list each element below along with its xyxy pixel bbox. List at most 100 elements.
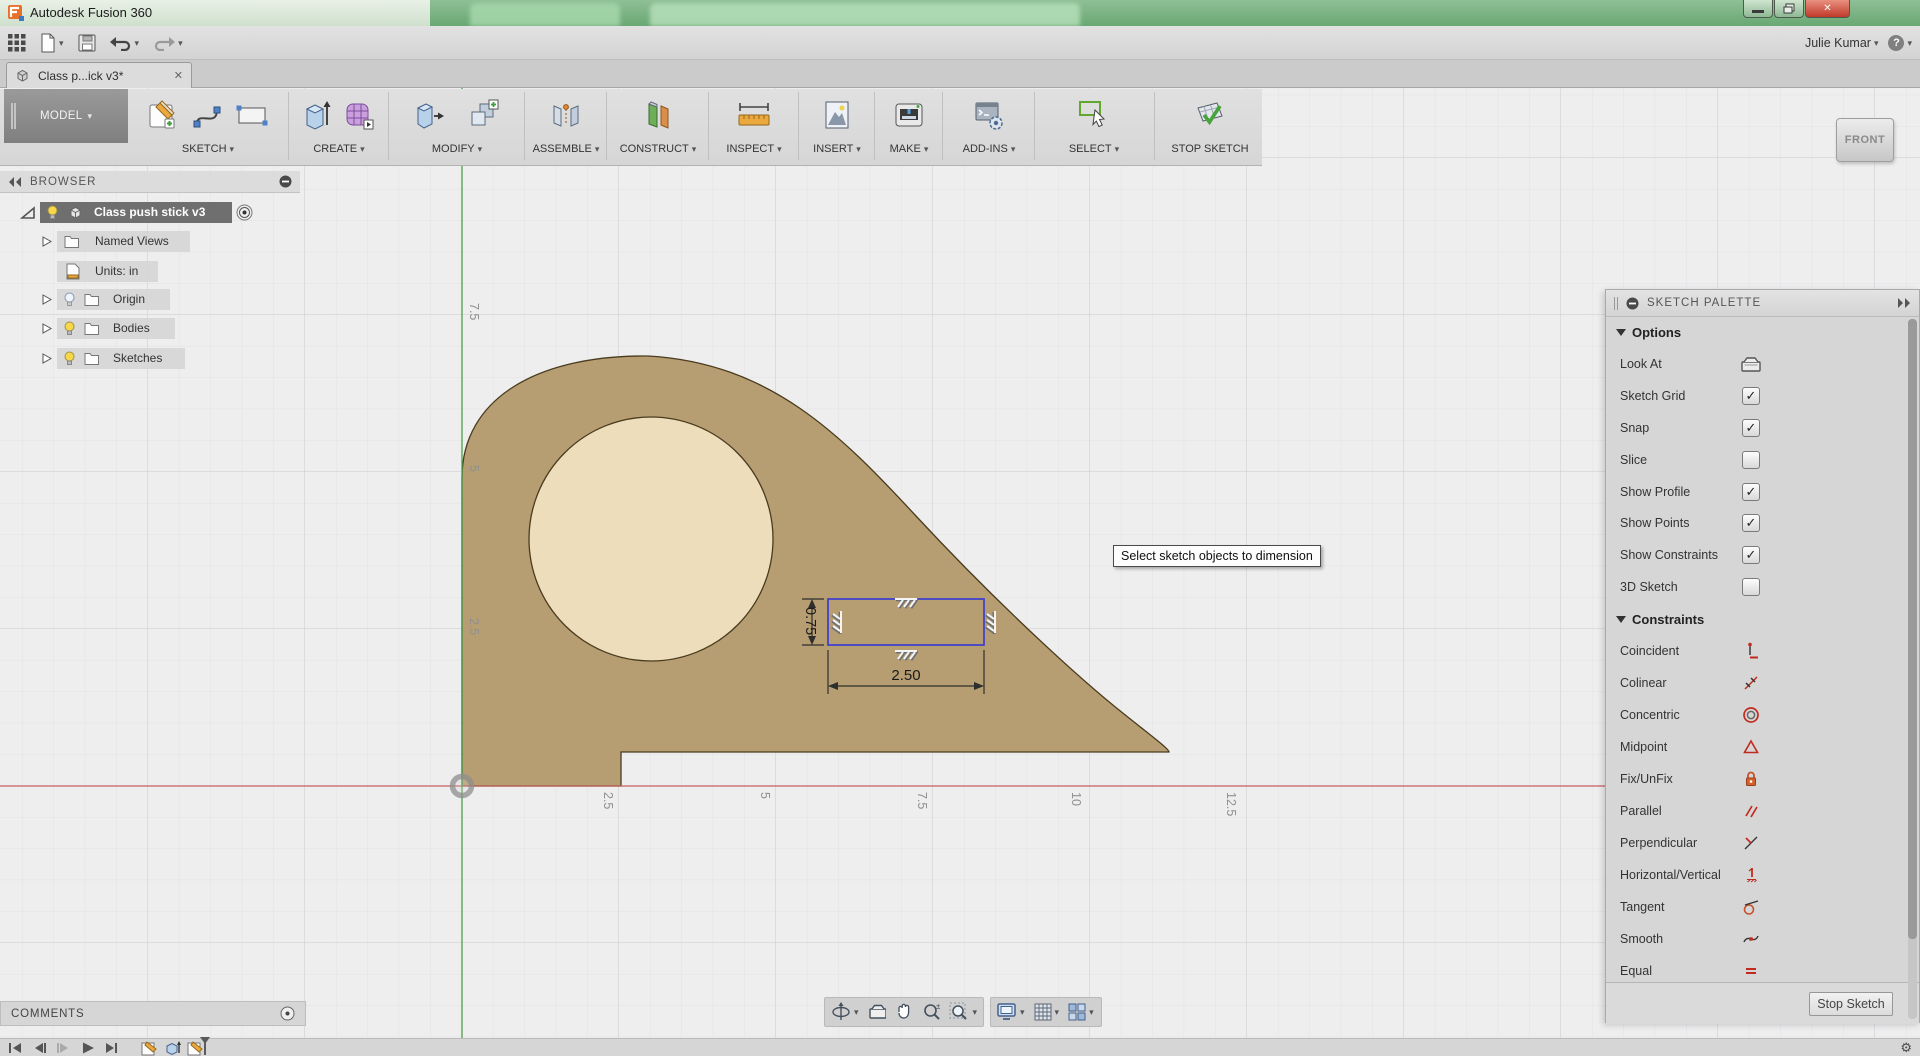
step-back-icon[interactable] [32,1041,47,1055]
menu-make[interactable]: MAKE▾ [890,143,929,155]
pushstick-hole[interactable] [529,417,773,661]
spline-icon[interactable] [190,98,224,132]
look-at-camera-icon[interactable] [1740,356,1762,373]
save-icon[interactable] [78,34,96,52]
constraint-horizontal-vertical[interactable]: Horizontal/Vertical [1606,859,1902,891]
palette-option-3d-sketch[interactable]: 3D Sketch ✓ [1606,571,1902,603]
menu-modify[interactable]: MODIFY▾ [432,143,482,155]
palette-option-slice[interactable]: Slice ✓ [1606,444,1902,476]
tangent-icon[interactable] [1742,898,1760,916]
select-icon[interactable] [1076,97,1112,133]
menu-addins[interactable]: ADD-INS▾ [963,143,1016,155]
menu-sketch[interactable]: SKETCH▾ [182,143,234,155]
palette-option-show-constraints[interactable]: Show Constraints ✓ [1606,539,1902,571]
restore-button[interactable] [1774,0,1804,18]
joint-icon[interactable] [548,98,584,132]
palette-scrollbar[interactable] [1908,319,1917,1019]
browser-row-origin[interactable]: Origin [0,289,300,310]
workspace-switcher[interactable]: MODEL ▾ [4,89,128,143]
undo-button[interactable]: ▾ [110,35,140,51]
colinear-icon[interactable] [1742,674,1760,692]
constraint-fix-unfix[interactable]: Fix/UnFix [1606,763,1902,795]
checkbox[interactable]: ✓ [1742,514,1760,532]
extrude-icon[interactable] [301,97,333,133]
activate-radio-icon[interactable] [236,204,253,221]
grid-settings-button[interactable]: ▾ [1034,1003,1060,1021]
palette-option-snap[interactable]: Snap ✓ [1606,412,1902,444]
create-sketch-icon[interactable] [146,98,180,132]
height-dimension-value[interactable]: 0.75 [802,607,818,635]
constraint-colinear[interactable]: Colinear [1606,667,1902,699]
perpendicular-icon[interactable] [1742,834,1760,852]
skip-to-start-icon[interactable] [8,1041,23,1055]
document-tab[interactable]: Class p...ick v3* ✕ [6,62,192,88]
menu-assemble[interactable]: ASSEMBLE▾ [533,143,600,155]
visibility-bulb-icon[interactable] [63,292,76,307]
checkbox[interactable]: ✓ [1742,451,1760,469]
menu-select[interactable]: SELECT▾ [1069,143,1119,155]
palette-scrollbar-thumb[interactable] [1908,319,1917,939]
checkbox[interactable]: ✓ [1742,578,1760,596]
collapsed-arrow-icon[interactable] [42,236,52,248]
tab-close-icon[interactable]: ✕ [174,69,183,82]
browser-row-root[interactable]: Class push stick v3 [0,202,300,223]
construct-plane-icon[interactable] [641,97,675,133]
user-menu[interactable]: Julie Kumar ▾ [1805,36,1879,50]
constraint-tangent[interactable]: Tangent [1606,891,1902,923]
browser-row-named-views[interactable]: Named Views [0,231,300,252]
panel-minus-icon[interactable] [279,175,292,188]
menu-construct[interactable]: CONSTRUCT▾ [620,143,697,155]
rectangle-icon[interactable] [234,98,270,132]
browser-row-units[interactable]: Units: in [0,261,300,282]
palette-option-sketch-grid[interactable]: Sketch Grid ✓ [1606,380,1902,412]
concentric-icon[interactable] [1742,706,1760,724]
step-forward-icon[interactable] [56,1041,71,1055]
palette-option-look-at[interactable]: Look At [1606,348,1902,380]
palette-grip[interactable] [1614,297,1618,310]
play-icon[interactable] [80,1041,95,1055]
print-3d-icon[interactable] [892,99,926,131]
constraint-perpendicular[interactable]: Perpendicular [1606,827,1902,859]
view-cube[interactable]: FRONT [1836,118,1894,162]
stop-sketch-button[interactable]: STOP SKETCH [1171,143,1248,155]
browser-row-bodies[interactable]: Bodies [0,318,300,339]
expand-panel-icon[interactable] [1897,298,1911,308]
press-pull-icon[interactable] [413,98,445,132]
constraint-smooth[interactable]: Smooth [1606,923,1902,955]
parallel-icon[interactable] [1742,802,1760,820]
timeline-settings[interactable]: ⚙ [1900,1039,1912,1056]
timeline-sketch-feature[interactable] [141,1040,158,1056]
skip-to-end-icon[interactable] [104,1041,119,1055]
visibility-bulb-icon[interactable] [63,351,76,366]
form-icon[interactable] [343,97,377,133]
midpoint-icon[interactable] [1742,738,1760,756]
stop-sketch-palette-button[interactable]: Stop Sketch [1809,992,1893,1016]
measure-icon[interactable] [736,99,772,131]
lock-icon[interactable] [1742,770,1760,788]
browser-row-sketches[interactable]: Sketches [0,348,300,369]
palette-section-constraints[interactable]: Constraints [1616,603,1896,635]
palette-section-options[interactable]: Options [1616,316,1896,348]
scripts-addins-icon[interactable] [972,98,1006,132]
expanded-arrow-icon[interactable] [20,206,36,220]
timeline-extrude-feature[interactable] [164,1040,181,1056]
timeline-playhead[interactable] [200,1037,210,1055]
checkbox[interactable]: ✓ [1742,419,1760,437]
checkbox[interactable]: ✓ [1742,546,1760,564]
width-dimension-value[interactable]: 2.50 [891,667,920,684]
comments-bar[interactable]: COMMENTS [0,1001,306,1026]
collapsed-arrow-icon[interactable] [42,323,52,335]
comments-expand-icon[interactable] [280,1006,295,1021]
display-settings-button[interactable]: ▾ [997,1003,1025,1021]
close-button[interactable]: ✕ [1805,0,1850,18]
constraint-midpoint[interactable]: Midpoint [1606,731,1902,763]
palette-option-show-profile[interactable]: Show Profile ✓ [1606,476,1902,508]
horizontal-vertical-icon[interactable] [1742,866,1760,884]
zoom-window-button[interactable]: ▾ [949,1002,977,1022]
equal-icon[interactable] [1742,962,1760,980]
zoom-icon[interactable]: ± [922,1002,941,1022]
menu-insert[interactable]: INSERT▾ [813,143,861,155]
constraint-concentric[interactable]: Concentric [1606,699,1902,731]
constraint-parallel[interactable]: Parallel [1606,795,1902,827]
viewports-button[interactable]: ▾ [1068,1003,1094,1021]
